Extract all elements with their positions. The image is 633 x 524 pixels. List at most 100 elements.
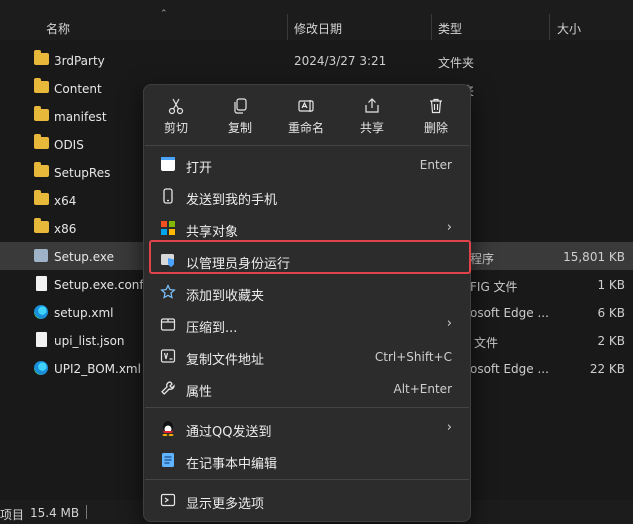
exe-icon <box>34 249 48 262</box>
menu-item-open[interactable]: 打开 Enter <box>148 149 466 179</box>
notepad-icon <box>160 452 176 468</box>
file-size: 1 KB <box>597 278 625 292</box>
edge-icon <box>34 305 48 319</box>
copy-label: 复制 <box>227 121 252 135</box>
delete-button[interactable]: 删除 <box>408 91 464 139</box>
document-icon <box>36 332 47 347</box>
column-divider[interactable] <box>287 14 288 40</box>
column-divider[interactable] <box>549 14 550 40</box>
file-name: Content <box>54 82 102 96</box>
menu-item-shortcut: Enter <box>419 158 452 172</box>
column-size[interactable]: 大小 <box>557 20 581 37</box>
menu-item-label: 属性 <box>186 385 213 400</box>
copy-path-icon <box>160 348 176 364</box>
menu-item-label: 发送到我的手机 <box>186 193 278 208</box>
column-date[interactable]: 修改日期 <box>294 20 342 37</box>
folder-icon <box>34 78 49 93</box>
menu-item-compress[interactable]: 压缩到... › <box>148 309 466 339</box>
copy-icon <box>231 97 249 115</box>
folder-icon <box>34 50 49 65</box>
status-divider <box>86 505 87 519</box>
zip-icon <box>160 316 176 332</box>
file-size: 6 KB <box>597 306 625 320</box>
menu-item-label: 共享对象 <box>186 225 239 240</box>
menu-item-shortcut: Alt+Enter <box>393 382 452 396</box>
menu-item-label: 通过QQ发送到 <box>186 425 272 440</box>
menu-item-show-more-options[interactable]: 显示更多选项 <box>148 485 466 515</box>
status-items-label: 项目 <box>0 508 25 522</box>
file-row[interactable]: 3rdParty 2024/3/27 3:21 文件夹 <box>0 46 633 74</box>
chevron-right-icon: › <box>446 220 452 235</box>
menu-item-label: 复制文件地址 <box>186 353 265 368</box>
chevron-right-icon: › <box>446 316 452 331</box>
file-name: x86 <box>54 222 77 236</box>
share-button[interactable]: 共享 <box>344 91 400 139</box>
file-name: Setup.exe <box>54 250 115 264</box>
file-type: 程序 <box>470 252 495 266</box>
rename-button[interactable]: 重命名 <box>278 91 334 139</box>
folder-icon <box>34 134 49 149</box>
menu-item-send-via-qq[interactable]: 通过QQ发送到 › <box>148 413 466 443</box>
menu-item-shortcut: Ctrl+Shift+C <box>374 350 452 364</box>
document-icon <box>36 276 47 291</box>
file-name: Setup.exe.config <box>54 278 155 292</box>
qq-icon <box>160 420 176 436</box>
file-size: 15,801 KB <box>563 250 625 264</box>
share-label: 共享 <box>359 121 384 135</box>
menu-item-properties[interactable]: 属性 Alt+Enter <box>148 373 466 403</box>
column-name[interactable]: 名称 <box>46 20 70 37</box>
more-options-icon <box>160 492 176 508</box>
copy-button[interactable]: 复制 <box>212 91 268 139</box>
file-size: 22 KB <box>589 362 625 376</box>
column-type[interactable]: 类型 <box>438 20 462 37</box>
menu-item-add-to-favorites[interactable]: 添加到收藏夹 <box>148 277 466 307</box>
share-icon <box>363 97 381 115</box>
file-name: UPI2_BOM.xml <box>54 362 141 376</box>
file-name: ODIS <box>54 138 84 152</box>
folder-icon <box>34 162 49 177</box>
highlight-box <box>149 240 471 274</box>
file-type: osoft Edge ... <box>470 362 549 376</box>
wrench-icon <box>160 380 176 396</box>
status-selection-size: 15.4 MB <box>30 506 80 520</box>
menu-item-label: 显示更多选项 <box>186 497 265 512</box>
rename-icon <box>297 97 315 115</box>
delete-label: 删除 <box>423 121 448 135</box>
folder-icon <box>34 218 49 233</box>
star-icon <box>160 284 176 300</box>
edge-icon <box>34 361 48 375</box>
menu-item-edit-in-notepad[interactable]: 在记事本中编辑 <box>148 445 466 475</box>
rename-label: 重命名 <box>287 121 324 135</box>
menu-item-copy-path[interactable]: 复制文件地址 Ctrl+Shift+C <box>148 341 466 371</box>
column-divider[interactable] <box>431 14 432 40</box>
menu-item-label: 在记事本中编辑 <box>186 457 278 472</box>
chevron-right-icon: › <box>446 420 452 435</box>
trash-icon <box>427 97 445 115</box>
share-object-icon <box>160 220 176 236</box>
file-type: FIG 文件 <box>470 280 518 294</box>
context-toolbar: 剪切 复制 重命名 共享 删除 <box>144 85 470 143</box>
file-date: 2024/3/27 3:21 <box>294 54 387 68</box>
file-name: x64 <box>54 194 77 208</box>
menu-item-label: 打开 <box>186 161 213 176</box>
file-name: manifest <box>54 110 107 124</box>
context-menu: 剪切 复制 重命名 共享 删除 打开 Enter 发送到我的手机 共享对象 › … <box>143 84 471 522</box>
file-name: upi_list.json <box>54 334 125 348</box>
file-size: 2 KB <box>597 334 625 348</box>
menu-item-send-to-phone[interactable]: 发送到我的手机 <box>148 181 466 211</box>
folder-icon <box>34 106 49 121</box>
cut-label: 剪切 <box>163 121 188 135</box>
file-name: SetupRes <box>54 166 111 180</box>
menu-item-label: 添加到收藏夹 <box>186 289 265 304</box>
sort-caret-icon: ⌃ <box>160 9 168 19</box>
scissors-icon <box>167 97 185 115</box>
menu-item-label: 压缩到... <box>186 321 238 336</box>
menu-divider <box>145 479 469 480</box>
file-name: setup.xml <box>54 306 114 320</box>
file-name: 3rdParty <box>54 54 105 68</box>
phone-icon <box>160 188 176 204</box>
cut-button[interactable]: 剪切 <box>148 91 204 139</box>
file-type: 文件夹 <box>438 56 475 70</box>
menu-item-share-object[interactable]: 共享对象 › <box>148 213 466 243</box>
folder-icon <box>34 190 49 205</box>
